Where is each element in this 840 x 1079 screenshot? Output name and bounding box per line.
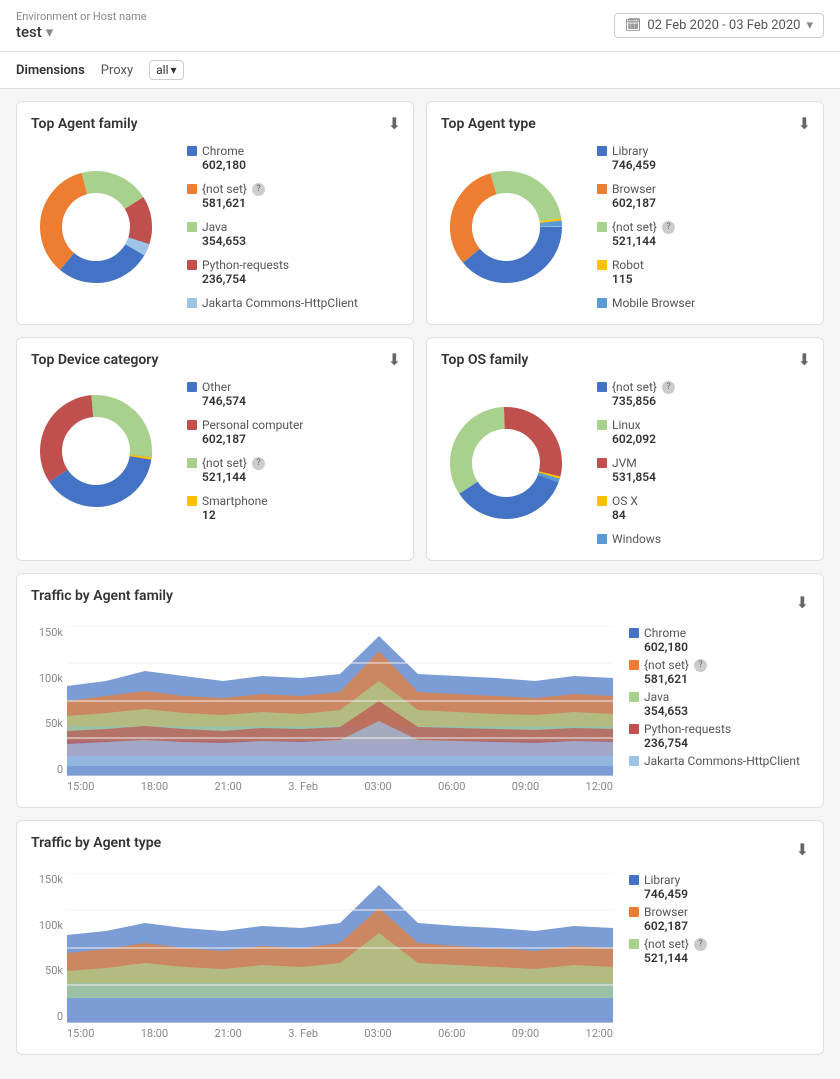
top-agent-type-legend: Library 746,459 Browser 602,187 {not set… (597, 144, 695, 310)
top-os-family-download-button[interactable]: ⬇ (798, 350, 811, 369)
tl-chrome: Chrome 602,180 (629, 626, 809, 654)
tl-java: Java 354,653 (629, 690, 809, 718)
tat-notset: {not set} ? 521,144 (629, 937, 809, 965)
traffic-agent-family-download-button[interactable]: ⬇ (796, 593, 809, 612)
notset-os-help-icon[interactable]: ? (662, 381, 675, 394)
top-device-category-content: Other 746,574 Personal computer 602,187 … (31, 380, 399, 522)
traffic-agent-family-card: Traffic by Agent family ⬇ 150k 100k 50k … (16, 573, 824, 808)
all-select-dropdown[interactable]: all ▾ (149, 60, 183, 80)
y2-label-50k: 50k (31, 964, 63, 977)
traffic-agent-type-chart-area: 150k 100k 50k 0 (31, 873, 613, 1040)
legend-item-mobile-browser: Mobile Browser (597, 296, 695, 310)
traffic-agent-family-chart-area: 150k 100k 50k 0 (31, 626, 613, 793)
date-range-text: 02 Feb 2020 - 03 Feb 2020 (647, 18, 800, 33)
host-select[interactable]: test ▾ (16, 23, 147, 41)
top-agent-type-title: Top Agent type (441, 116, 809, 132)
top-agent-type-download-button[interactable]: ⬇ (798, 114, 811, 133)
legend-item-robot: Robot 115 (597, 258, 695, 286)
top-os-family-content: {not set} ? 735,856 Linux 602,092 JVM 53… (441, 380, 809, 546)
top-os-family-card: Top OS family ⬇ {not set} ? (426, 337, 824, 561)
traffic-agent-family-inner: 150k 100k 50k 0 (31, 626, 809, 793)
tl-python: Python-requests 236,754 (629, 722, 809, 750)
legend-item-browser: Browser 602,187 (597, 182, 695, 210)
legend-item-notset-type: {not set} ? 521,144 (597, 220, 695, 248)
top-device-category-donut (31, 386, 171, 516)
legend-item-notset: {not set} ? 581,621 (187, 182, 358, 210)
top-agent-family-card: Top Agent family ⬇ Chrom (16, 101, 414, 325)
legend-item-library: Library 746,459 (597, 144, 695, 172)
top-charts-grid: Top Agent family ⬇ Chrom (16, 101, 824, 561)
host-chevron-icon: ▾ (46, 23, 54, 41)
top-device-category-legend: Other 746,574 Personal computer 602,187 … (187, 380, 303, 522)
notset-type-help-icon[interactable]: ? (662, 221, 675, 234)
traffic-agent-type-legend: Library 746,459 Browser 602,187 {not set… (629, 873, 809, 1040)
top-agent-family-legend: Chrome 602,180 {not set} ? 581,621 Java … (187, 144, 358, 310)
traffic-agent-family-legend: Chrome 602,180 {not set} ? 581,621 Java … (629, 626, 809, 793)
top-os-family-donut (441, 398, 581, 528)
env-host-label: Environment or Host name (16, 10, 147, 23)
legend-item-java: Java 354,653 (187, 220, 358, 248)
top-device-category-download-button[interactable]: ⬇ (388, 350, 401, 369)
top-agent-family-download-button[interactable]: ⬇ (388, 114, 401, 133)
legend-item-personal-computer: Personal computer 602,187 (187, 418, 303, 446)
y-label-50k: 50k (31, 717, 63, 730)
legend-item-notset-os: {not set} ? 735,856 (597, 380, 675, 408)
date-range-picker[interactable]: 🗓 02 Feb 2020 - 03 Feb 2020 ▾ (614, 13, 824, 38)
date-range-chevron-icon: ▾ (806, 18, 813, 33)
all-chevron-icon: ▾ (171, 63, 177, 77)
top-os-family-title: Top OS family (441, 352, 809, 368)
top-device-category-card: Top Device category ⬇ Other 746,574 (16, 337, 414, 561)
traffic-agent-type-x-labels: 15:00 18:00 21:00 3. Feb 03:00 06:00 09:… (67, 1027, 613, 1040)
traffic-agent-type-inner: 150k 100k 50k 0 (31, 873, 809, 1040)
tat-browser: Browser 602,187 (629, 905, 809, 933)
legend-item-notset-device: {not set} ? 521,144 (187, 456, 303, 484)
traffic-agent-type-title: Traffic by Agent type (31, 835, 161, 851)
legend-item-osx: OS X 84 (597, 494, 675, 522)
tl-notset-help-icon[interactable]: ? (694, 659, 707, 672)
traffic-agent-type-download-button[interactable]: ⬇ (796, 840, 809, 859)
all-label: all (156, 63, 168, 77)
legend-item-chrome: Chrome 602,180 (187, 144, 358, 172)
dimensions-label: Dimensions (16, 63, 85, 78)
top-agent-type-donut (441, 162, 581, 292)
traffic-agent-family-x-labels: 15:00 18:00 21:00 3. Feb 03:00 06:00 09:… (67, 780, 613, 793)
y-label-0: 0 (31, 763, 63, 776)
y2-label-0: 0 (31, 1010, 63, 1023)
tat-notset-help-icon[interactable]: ? (694, 938, 707, 951)
main-content: Top Agent family ⬇ Chrom (0, 89, 840, 1079)
header-left: Environment or Host name test ▾ (16, 10, 147, 41)
header: Environment or Host name test ▾ 🗓 02 Feb… (0, 0, 840, 52)
legend-item-windows: Windows (597, 532, 675, 546)
legend-item-linux: Linux 602,092 (597, 418, 675, 446)
toolbar: Dimensions Proxy all ▾ (0, 52, 840, 89)
notset-help-icon[interactable]: ? (252, 183, 265, 196)
top-agent-family-content: Chrome 602,180 {not set} ? 581,621 Java … (31, 144, 399, 310)
y2-label-100k: 100k (31, 919, 63, 932)
top-agent-family-title: Top Agent family (31, 116, 399, 132)
proxy-label: Proxy (101, 63, 133, 78)
top-agent-type-card: Top Agent type ⬇ Library (426, 101, 824, 325)
notset-device-help-icon[interactable]: ? (252, 457, 265, 470)
legend-item-jakarta: Jakarta Commons-HttpClient (187, 296, 358, 310)
top-device-category-title: Top Device category (31, 352, 399, 368)
tl-jakarta: Jakarta Commons-HttpClient (629, 754, 809, 768)
legend-item-smartphone: Smartphone 12 (187, 494, 303, 522)
top-agent-family-donut (31, 162, 171, 292)
legend-item-other: Other 746,574 (187, 380, 303, 408)
top-os-family-legend: {not set} ? 735,856 Linux 602,092 JVM 53… (597, 380, 675, 546)
y-label-100k: 100k (31, 672, 63, 685)
host-value: test (16, 23, 42, 41)
top-agent-type-content: Library 746,459 Browser 602,187 {not set… (441, 144, 809, 310)
calendar-icon: 🗓 (625, 18, 642, 33)
tat-library: Library 746,459 (629, 873, 809, 901)
traffic-agent-family-svg (67, 626, 613, 776)
legend-item-jvm: JVM 531,854 (597, 456, 675, 484)
traffic-agent-type-card: Traffic by Agent type ⬇ 150k 100k 50k 0 (16, 820, 824, 1055)
traffic-agent-type-svg (67, 873, 613, 1023)
tl-notset: {not set} ? 581,621 (629, 658, 809, 686)
legend-item-python: Python-requests 236,754 (187, 258, 358, 286)
y-label-150k: 150k (31, 626, 63, 639)
y2-label-150k: 150k (31, 873, 63, 886)
traffic-agent-family-title: Traffic by Agent family (31, 588, 173, 604)
